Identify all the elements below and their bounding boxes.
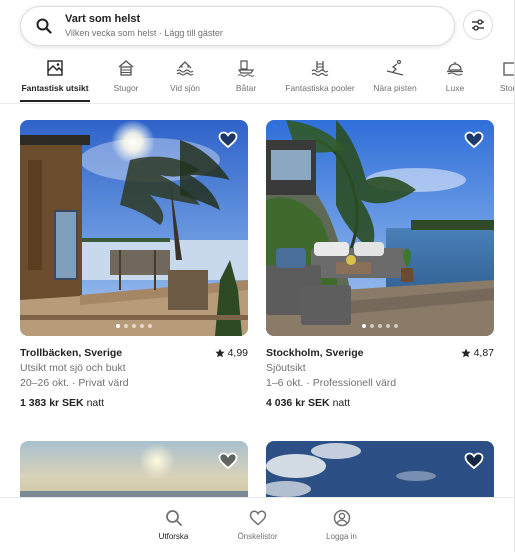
category-label: Luxe (445, 83, 465, 93)
boat-icon (236, 58, 256, 78)
category-vid-sjon[interactable]: Vid sjön (165, 56, 205, 104)
listing-photo[interactable] (266, 441, 494, 501)
price-amount: 1 383 kr SEK (20, 397, 84, 409)
search-subtitle: Vilken vecka som helst · Lägg till gäste… (65, 28, 223, 38)
filter-button[interactable] (463, 10, 493, 40)
nav-label: Utforska (158, 532, 189, 541)
category-label: Fantastiska pooler (285, 83, 355, 93)
heart-icon (249, 509, 267, 527)
listing-location: Trollbäcken, Sverige (20, 347, 123, 359)
favorite-heart-icon[interactable] (218, 130, 238, 150)
listing-dates: 20–26 okt. · Privat värd (20, 377, 129, 389)
category-luxe[interactable]: Luxe (440, 56, 470, 104)
search-title: Vart som helst (65, 13, 141, 25)
rating-value: 4,99 (227, 347, 248, 359)
category-label: Båtar (235, 83, 257, 93)
star-icon (460, 348, 471, 358)
listing-location: Stockholm, Sverige (266, 347, 364, 359)
category-label: Stugor (113, 83, 139, 93)
search-icon (165, 509, 183, 527)
pool-icon (310, 58, 330, 78)
price-unit: natt (86, 397, 105, 409)
category-label: Vid sjön (169, 83, 201, 93)
listing-photo[interactable] (20, 120, 248, 336)
photo-dots (266, 324, 494, 328)
listing-photo[interactable] (266, 120, 494, 336)
star-icon (214, 348, 225, 358)
listing-price: 1 383 kr SEK natt (20, 395, 248, 411)
price-amount: 4 036 kr SEK (266, 397, 330, 409)
search-bar[interactable]: Vart som helst Vilken vecka som helst · … (20, 6, 455, 46)
lake-icon (175, 58, 195, 78)
bottom-nav: Utforska Önskelistor Logga in (0, 497, 515, 552)
luxe-icon (445, 58, 465, 78)
user-icon (333, 509, 351, 527)
category-stugor[interactable]: Stugor (106, 56, 146, 104)
header: Vart som helst Vilken vecka som helst · … (0, 0, 515, 104)
nav-wishlists[interactable]: Önskelistor (216, 498, 300, 552)
photo-dots (20, 324, 248, 328)
listing-photo[interactable] (20, 441, 248, 501)
listing-rating: 4,99 (214, 345, 248, 361)
nav-label: Önskelistor (237, 532, 278, 541)
category-label: Stora (499, 83, 515, 93)
category-stora[interactable]: Stora (490, 56, 515, 104)
category-nara-pisten[interactable]: Nära pisten (371, 56, 419, 104)
listing-description: Utsikt mot sjö och bukt (20, 362, 126, 374)
rating-value: 4,87 (473, 347, 494, 359)
favorite-heart-icon[interactable] (218, 451, 238, 471)
favorite-heart-icon[interactable] (464, 130, 484, 150)
ski-icon (385, 58, 405, 78)
cabin-icon (116, 58, 136, 78)
listing-rating: 4,87 (460, 345, 494, 361)
category-batar[interactable]: Båtar (226, 56, 266, 104)
view-icon (45, 58, 65, 78)
nav-explore[interactable]: Utforska (132, 498, 216, 552)
nav-label: Logga in (326, 532, 357, 541)
nav-login[interactable]: Logga in (300, 498, 384, 552)
search-icon (36, 18, 52, 34)
category-bar: Fantastisk utsikt Stugor Vid sjön Båtar … (0, 56, 515, 104)
category-fantastiska-pooler[interactable]: Fantastiska pooler (282, 56, 358, 104)
category-label: Fantastisk utsikt (21, 83, 89, 93)
listing-price: 4 036 kr SEK natt (266, 395, 494, 411)
price-unit: natt (332, 397, 351, 409)
filter-icon (471, 18, 485, 32)
favorite-heart-icon[interactable] (464, 451, 484, 471)
listing-description: Sjöutsikt (266, 362, 306, 374)
listing-dates: 1–6 okt. · Professionell värd (266, 377, 397, 389)
large-icon (500, 58, 515, 78)
category-label: Nära pisten (373, 83, 417, 93)
category-fantastisk-utsikt[interactable]: Fantastisk utsikt (20, 56, 90, 104)
